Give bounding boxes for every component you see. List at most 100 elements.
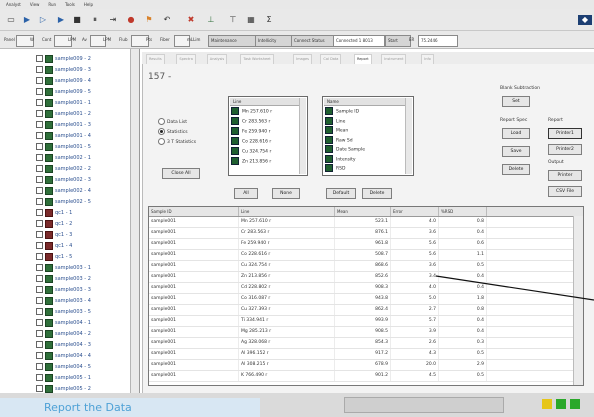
- menu-tools[interactable]: Tools: [65, 0, 75, 9]
- element-list-item[interactable]: Cr 283.563 r: [231, 117, 270, 126]
- table-row[interactable]: sample001 Cd 228.802 r 908.3 4.0 0.4: [149, 283, 573, 294]
- tree-checkbox[interactable]: [36, 275, 43, 282]
- tree-checkbox[interactable]: [36, 198, 43, 205]
- delete-spec-button[interactable]: Delete: [502, 164, 530, 175]
- element-checkbox-icon[interactable]: [231, 127, 239, 135]
- radio-data-list-icon[interactable]: [158, 118, 165, 125]
- element-checkbox-icon[interactable]: [231, 107, 239, 115]
- table-icon[interactable]: ▦: [246, 15, 256, 25]
- mode-data-list[interactable]: Data List: [158, 118, 187, 125]
- field-list-item[interactable]: Mean: [325, 126, 348, 135]
- table-row[interactable]: sample001 Cu 327.393 r 862.4 2.7 0.8: [149, 305, 573, 316]
- filter-icon[interactable]: ⊤: [228, 15, 238, 25]
- menu-view[interactable]: View: [30, 0, 40, 9]
- menu-analyst[interactable]: Analyst: [6, 0, 21, 9]
- tree-checkbox[interactable]: [36, 264, 43, 271]
- tree-checkbox[interactable]: [36, 286, 43, 293]
- field-list[interactable]: Name Sample ID Line Mean Raw Sd Date Sample I…: [322, 96, 414, 176]
- mode-3t-statistics[interactable]: 3 T Statistics: [158, 138, 196, 145]
- output-printer-button[interactable]: Printer: [548, 170, 582, 181]
- field-list-item[interactable]: RSD: [325, 164, 345, 173]
- load-spec-button[interactable]: Load: [502, 128, 530, 139]
- tree-checkbox[interactable]: [36, 231, 43, 238]
- skip-icon[interactable]: ⇥: [108, 15, 118, 25]
- tree-checkbox[interactable]: [36, 297, 43, 304]
- menu-run[interactable]: Run: [48, 0, 56, 9]
- sum-icon[interactable]: Σ: [264, 15, 274, 25]
- tree-checkbox[interactable]: [36, 121, 43, 128]
- table-row[interactable]: sample001 Al 396.152 r 917.2 4.3 0.5: [149, 349, 573, 360]
- tree-checkbox[interactable]: [36, 187, 43, 194]
- tree-checkbox[interactable]: [36, 209, 43, 216]
- connect-status-button[interactable]: Connect Status: [291, 35, 335, 47]
- field-checkbox-icon[interactable]: [325, 145, 333, 153]
- intellicity-button[interactable]: Intellicity: [255, 35, 293, 47]
- blank-set-button[interactable]: Set: [502, 96, 530, 107]
- field-list-item[interactable]: Raw Sd: [325, 135, 353, 145]
- col-sample-id[interactable]: Sample ID: [149, 207, 239, 216]
- tree-checkbox[interactable]: [36, 253, 43, 260]
- col-rsd[interactable]: %RSD: [439, 207, 487, 216]
- results-table-scrollbar[interactable]: [573, 216, 583, 385]
- element-checkbox-icon[interactable]: [231, 157, 239, 165]
- element-list[interactable]: Line Mn 257.610 r Cr 283.563 r Fe 259.940 …: [228, 96, 308, 176]
- table-row[interactable]: sample001 Al 308.215 r 678.9 20.0 2.9: [149, 360, 573, 371]
- printer2-button[interactable]: Printer2: [548, 144, 582, 155]
- tree-checkbox[interactable]: [36, 385, 43, 392]
- radio-3t-statistics-icon[interactable]: [158, 138, 165, 145]
- field-checkbox-icon[interactable]: [325, 135, 333, 144]
- run-icon[interactable]: ▶: [22, 15, 32, 25]
- tree-checkbox[interactable]: [36, 77, 43, 84]
- field-list-item[interactable]: Sample ID: [325, 107, 359, 116]
- table-row[interactable]: sample001 Fe 259.940 r 961.8 5.6 0.6: [149, 239, 573, 250]
- mode-statistics[interactable]: Statistics: [158, 128, 188, 135]
- field-checkbox-icon[interactable]: [325, 107, 333, 115]
- pause-icon[interactable]: ⏸: [90, 15, 100, 25]
- tree-checkbox[interactable]: [36, 154, 43, 161]
- tree-checkbox[interactable]: [36, 99, 43, 106]
- field-list-item[interactable]: Line: [325, 116, 345, 126]
- next-icon[interactable]: ▷: [38, 15, 48, 25]
- tree-checkbox[interactable]: [36, 352, 43, 359]
- field-checkbox-icon[interactable]: [325, 116, 333, 125]
- element-checkbox-icon[interactable]: [231, 117, 239, 125]
- tree-checkbox[interactable]: [36, 165, 43, 172]
- table-row[interactable]: sample001 Mn 257.610 r 523.1 4.0 0.8: [149, 217, 573, 228]
- field-list-item[interactable]: Intensity: [325, 154, 356, 164]
- element-list-item[interactable]: Co 228.616 r: [231, 137, 271, 146]
- tree-checkbox[interactable]: [36, 330, 43, 337]
- none-button[interactable]: None: [272, 188, 300, 199]
- menu-help[interactable]: Help: [84, 0, 93, 9]
- plot-icon[interactable]: ⊥: [206, 15, 216, 25]
- close-all-button[interactable]: Close All: [162, 168, 200, 179]
- save-spec-button[interactable]: Save: [502, 146, 530, 157]
- csv-file-button[interactable]: CSV File: [548, 186, 582, 197]
- table-row[interactable]: sample001 Cu 324.754 r 868.6 3.6 0.5: [149, 261, 573, 272]
- field-list-scrollbar[interactable]: [405, 98, 412, 174]
- field-checkbox-icon[interactable]: [325, 154, 333, 163]
- table-row[interactable]: sample001 Cr 283.563 r 876.1 3.6 0.4: [149, 228, 573, 239]
- tree-checkbox[interactable]: [36, 55, 43, 62]
- maintenance-button[interactable]: Maintenance: [208, 35, 256, 47]
- tree-checkbox[interactable]: [36, 308, 43, 315]
- tree-checkbox[interactable]: [36, 374, 43, 381]
- fast-run-icon[interactable]: ▶: [56, 15, 66, 25]
- table-row[interactable]: sample001 Zn 213.856 r 852.6 3.4 0.4: [149, 272, 573, 283]
- tree-checkbox[interactable]: [36, 242, 43, 249]
- undo-icon[interactable]: ↶: [162, 15, 172, 25]
- element-list-item[interactable]: Fe 259.940 r: [231, 127, 270, 136]
- col-error[interactable]: Error: [391, 207, 439, 216]
- element-list-item[interactable]: Cu 324.754 r: [231, 147, 271, 156]
- tree-checkbox[interactable]: [36, 66, 43, 73]
- field-checkbox-icon[interactable]: [325, 164, 333, 172]
- abort-icon[interactable]: ●: [126, 15, 136, 25]
- field-checkbox-icon[interactable]: [325, 126, 333, 134]
- tree-checkbox[interactable]: [36, 110, 43, 117]
- cancel-icon[interactable]: ✖: [186, 15, 196, 25]
- tree-checkbox[interactable]: [36, 176, 43, 183]
- tree-checkbox[interactable]: [36, 132, 43, 139]
- element-list-scrollbar[interactable]: [299, 98, 306, 174]
- table-row[interactable]: sample001 Co 228.616 r 508.7 5.6 1.1: [149, 250, 573, 261]
- all-button[interactable]: All: [234, 188, 258, 199]
- table-row[interactable]: sample001 Co 316.087 r 943.8 5.0 1.8: [149, 294, 573, 305]
